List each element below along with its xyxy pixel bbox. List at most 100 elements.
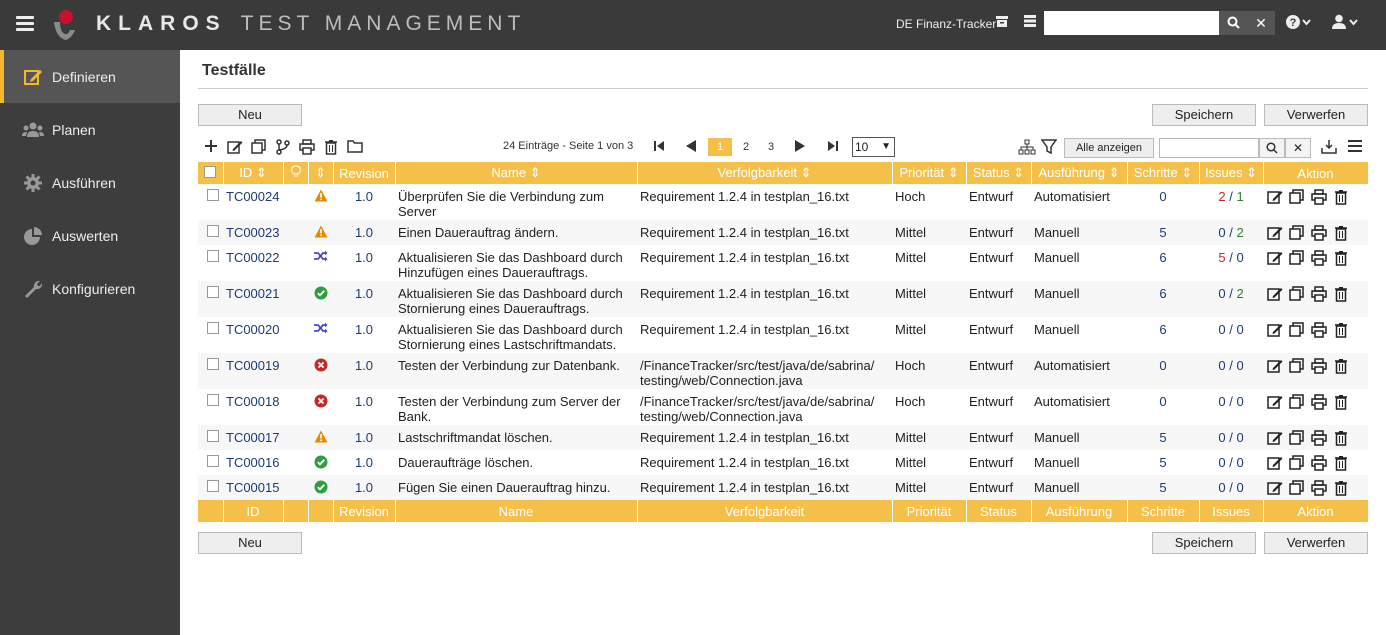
trash-icon[interactable] — [1332, 322, 1350, 338]
table-row[interactable]: TC00018 1.0 Testen der Verbindung zum Serv… — [198, 389, 1368, 425]
id-cell[interactable]: TC00016 — [223, 450, 283, 475]
row-checkbox[interactable] — [207, 322, 219, 334]
copy-icon[interactable] — [1288, 322, 1306, 338]
issues-open-count[interactable]: 0 — [1218, 430, 1225, 445]
trash-icon[interactable] — [1332, 394, 1350, 410]
column-header-priority[interactable]: Priorität ⇕ — [892, 162, 967, 184]
table-row[interactable]: TC00022 1.0 Aktualisieren Sie das Dashboar… — [198, 245, 1368, 281]
testcase-id-link[interactable]: TC00018 — [226, 394, 279, 409]
sidebar-item-ausfuehren[interactable]: Ausführen — [0, 156, 180, 209]
copy-icon[interactable] — [1288, 358, 1306, 374]
testcase-id-link[interactable]: TC00016 — [226, 455, 279, 470]
edit-icon[interactable] — [1266, 322, 1284, 338]
row-select-cell[interactable] — [198, 245, 223, 281]
issues-open-count[interactable]: 2 — [1218, 189, 1225, 204]
issues-open-count[interactable]: 0 — [1218, 480, 1225, 495]
folder-icon[interactable] — [346, 139, 364, 157]
project-name[interactable]: DE Finanz-Tracker — [896, 17, 996, 31]
copy-icon[interactable] — [1288, 480, 1306, 496]
row-select-cell[interactable] — [198, 220, 223, 245]
print-icon[interactable] — [1310, 225, 1328, 241]
global-search-input[interactable] — [1044, 11, 1219, 35]
issues-open-count[interactable]: 5 — [1218, 250, 1225, 265]
copy-icon[interactable] — [1288, 189, 1306, 205]
print-icon[interactable] — [1310, 250, 1328, 266]
table-row[interactable]: TC00024 1.0 Überprüfen Sie die Verbindung … — [198, 184, 1368, 220]
row-select-cell[interactable] — [198, 389, 223, 425]
trash-icon[interactable] — [1332, 455, 1350, 471]
print-icon[interactable] — [298, 139, 316, 157]
new-button-top[interactable]: Neu — [198, 104, 302, 126]
row-checkbox[interactable] — [207, 250, 219, 262]
edit-icon[interactable] — [1266, 225, 1284, 241]
table-row[interactable]: TC00020 1.0 Aktualisieren Sie das Dashboar… — [198, 317, 1368, 353]
issues-cell[interactable]: 0 / 0 — [1199, 317, 1263, 353]
per-page-select[interactable]: 10 ▼ — [852, 137, 895, 157]
row-select-cell[interactable] — [198, 425, 223, 450]
sidebar-item-definieren[interactable]: Definieren — [0, 50, 180, 103]
print-icon[interactable] — [1310, 358, 1328, 374]
issues-closed-count[interactable]: 0 — [1236, 250, 1243, 265]
issues-closed-count[interactable]: 0 — [1236, 455, 1243, 470]
row-select-cell[interactable] — [198, 475, 223, 500]
trash-icon[interactable] — [1332, 250, 1350, 266]
copy-icon[interactable] — [1288, 455, 1306, 471]
row-select-cell[interactable] — [198, 317, 223, 353]
row-checkbox[interactable] — [207, 480, 219, 492]
id-cell[interactable]: TC00023 — [223, 220, 283, 245]
discard-button-bottom[interactable]: Verwerfen — [1264, 532, 1368, 554]
id-cell[interactable]: TC00017 — [223, 425, 283, 450]
print-icon[interactable] — [1310, 455, 1328, 471]
trash-icon[interactable] — [322, 139, 340, 157]
print-icon[interactable] — [1310, 286, 1328, 302]
issues-cell[interactable]: 0 / 0 — [1199, 475, 1263, 500]
print-icon[interactable] — [1310, 480, 1328, 496]
testcase-id-link[interactable]: TC00017 — [226, 430, 279, 445]
issues-open-count[interactable]: 0 — [1218, 225, 1225, 240]
row-select-cell[interactable] — [198, 353, 223, 389]
table-row[interactable]: TC00015 1.0 Fügen Sie einen Dauerauftrag h… — [198, 475, 1368, 500]
list-icon[interactable] — [1020, 14, 1040, 34]
issues-cell[interactable]: 0 / 0 — [1199, 389, 1263, 425]
row-checkbox[interactable] — [207, 286, 219, 298]
id-cell[interactable]: TC00022 — [223, 245, 283, 281]
column-header-status-icon[interactable]: ⇕ — [308, 162, 334, 184]
id-cell[interactable]: TC00015 — [223, 475, 283, 500]
edit-icon[interactable] — [1266, 358, 1284, 374]
table-clear-button[interactable]: ✕ — [1285, 138, 1311, 158]
sidebar-item-konfigurieren[interactable]: Konfigurieren — [0, 262, 180, 315]
table-row[interactable]: TC00023 1.0 Einen Dauerauftrag ändern. Requ… — [198, 220, 1368, 245]
prev-page-icon[interactable] — [682, 139, 700, 157]
save-button-bottom[interactable]: Speichern — [1152, 532, 1256, 554]
testcase-id-link[interactable]: TC00022 — [226, 250, 279, 265]
search-button[interactable] — [1219, 11, 1247, 35]
copy-icon[interactable] — [1288, 430, 1306, 446]
archive-icon[interactable] — [992, 14, 1012, 34]
table-row[interactable]: TC00017 1.0 Lastschriftmandat löschen. Requ… — [198, 425, 1368, 450]
id-cell[interactable]: TC00018 — [223, 389, 283, 425]
row-select-cell[interactable] — [198, 281, 223, 317]
trash-icon[interactable] — [1332, 480, 1350, 496]
issues-closed-count[interactable]: 0 — [1236, 394, 1243, 409]
trash-icon[interactable] — [1332, 358, 1350, 374]
issues-open-count[interactable]: 0 — [1218, 322, 1225, 337]
edit-icon[interactable] — [1266, 286, 1284, 302]
download-icon[interactable] — [1320, 139, 1338, 157]
copy-icon[interactable] — [1288, 394, 1306, 410]
column-header-id[interactable]: ID ⇕ — [223, 162, 284, 184]
edit-icon[interactable] — [1266, 189, 1284, 205]
edit-icon[interactable] — [1266, 250, 1284, 266]
clear-search-button[interactable]: ✕ — [1247, 11, 1275, 35]
next-page-icon[interactable] — [791, 139, 809, 157]
testcase-id-link[interactable]: TC00020 — [226, 322, 279, 337]
column-header-traceability[interactable]: Verfolgbarkeit ⇕ — [637, 162, 893, 184]
column-menu-icon[interactable] — [1346, 139, 1364, 157]
copy-icon[interactable] — [1288, 225, 1306, 241]
row-select-cell[interactable] — [198, 184, 223, 220]
page-2[interactable]: 2 — [734, 138, 758, 156]
table-filter-input[interactable] — [1159, 138, 1259, 158]
id-cell[interactable]: TC00020 — [223, 317, 283, 353]
sidebar-item-planen[interactable]: Planen — [0, 103, 180, 156]
issues-cell[interactable]: 0 / 0 — [1199, 450, 1263, 475]
edit-icon[interactable] — [226, 139, 244, 157]
